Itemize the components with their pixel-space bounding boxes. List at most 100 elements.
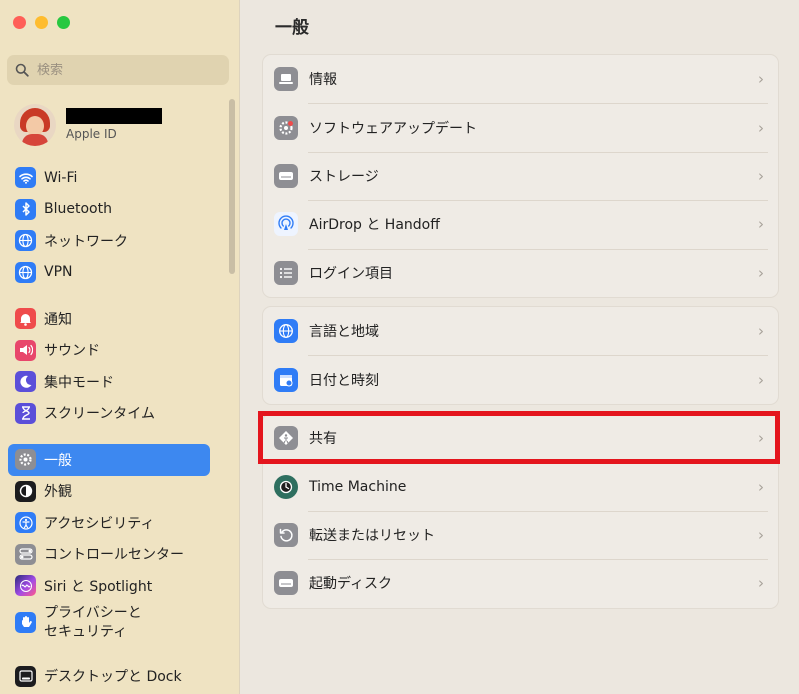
settings-group-system: 共有 › Time Machine › 転送またはリセット › 起動ディスク › — [262, 413, 779, 609]
sidebar-item-siri-spotlight[interactable]: Siri と Spotlight — [0, 570, 236, 602]
row-sharing[interactable]: 共有 › — [263, 414, 778, 462]
row-storage[interactable]: ストレージ › — [263, 151, 778, 200]
row-label: 転送またはリセット — [309, 527, 435, 544]
sidebar-item-label: Siri と Spotlight — [44, 578, 153, 595]
search-field[interactable] — [7, 55, 229, 85]
row-login-items[interactable]: ログイン項目 › — [263, 248, 778, 297]
calendar-clock-icon — [274, 367, 298, 392]
row-label: 情報 — [309, 72, 337, 89]
accessibility-icon — [15, 512, 36, 534]
sidebar-item-general[interactable]: 一般 — [8, 444, 210, 476]
search-icon — [15, 63, 29, 77]
sidebar-item-network[interactable]: ネットワーク — [0, 225, 236, 257]
sidebar-item-bluetooth[interactable]: Bluetooth — [0, 194, 236, 226]
row-software-update[interactable]: ソフトウェアアップデート › — [263, 103, 778, 151]
gear-icon — [15, 449, 36, 471]
gear-badge-icon — [274, 115, 298, 140]
sidebar-item-accessibility[interactable]: アクセシビリティ — [0, 507, 236, 539]
row-label: 共有 — [309, 431, 337, 448]
chevron-right-icon: › — [758, 322, 764, 341]
sidebar-item-label: VPN — [44, 264, 73, 281]
sidebar-item-label: ネットワーク — [44, 233, 128, 250]
list-icon — [274, 260, 298, 285]
row-time-machine[interactable]: Time Machine › — [263, 462, 778, 510]
startup-disk-icon — [274, 571, 298, 596]
sidebar-item-label: 外観 — [44, 484, 72, 501]
chevron-right-icon: › — [758, 263, 764, 282]
bluetooth-icon — [15, 198, 36, 220]
page-title: 一般 — [275, 18, 309, 38]
chevron-right-icon: › — [758, 166, 764, 185]
sidebar-item-label: サウンド — [44, 343, 100, 360]
bell-icon — [15, 308, 36, 330]
apple-id-label: Apple ID — [66, 126, 117, 141]
row-about[interactable]: 情報 › — [263, 55, 778, 103]
chevron-right-icon: › — [758, 70, 764, 89]
chevron-right-icon: › — [758, 215, 764, 234]
sidebar-item-desktop-dock[interactable]: デスクトップと Dock — [0, 661, 236, 693]
chevron-right-icon: › — [758, 525, 764, 544]
row-label: 日付と時刻 — [309, 372, 379, 389]
laptop-icon — [274, 67, 298, 92]
sidebar-item-label: デスクトップと Dock — [44, 669, 182, 686]
apple-id-account[interactable]: Apple ID — [14, 103, 224, 147]
chevron-right-icon: › — [758, 118, 764, 137]
drive-icon — [274, 163, 298, 188]
row-language-region[interactable]: 言語と地域 › — [263, 307, 778, 355]
row-label: ソフトウェアアップデート — [309, 120, 477, 137]
sidebar: Apple ID Wi-Fi Bluetooth ネットワーク V — [0, 0, 240, 694]
sidebar-item-label: 通知 — [44, 311, 72, 328]
row-label: Time Machine — [309, 478, 407, 495]
time-machine-icon — [274, 474, 298, 499]
sidebar-item-appearance[interactable]: 外観 — [0, 476, 236, 508]
main-content: 一般 情報 › ソフトウェアアップデート › ストレージ › AirDrop と… — [241, 0, 799, 694]
siri-icon — [15, 575, 36, 597]
row-label: 言語と地域 — [309, 324, 379, 341]
airdrop-icon — [274, 212, 298, 237]
sidebar-item-wifi[interactable]: Wi-Fi — [0, 162, 236, 194]
avatar — [14, 104, 56, 146]
minimize-window-button[interactable] — [35, 16, 48, 29]
search-input[interactable] — [37, 62, 207, 78]
hand-icon — [15, 611, 36, 633]
appearance-icon — [15, 480, 36, 502]
globe-icon — [274, 319, 298, 344]
sidebar-item-control-center[interactable]: コントロールセンター — [0, 539, 236, 571]
row-date-time[interactable]: 日付と時刻 › — [263, 355, 778, 403]
sidebar-item-notifications[interactable]: 通知 — [0, 303, 236, 335]
settings-group-about: 情報 › ソフトウェアアップデート › ストレージ › AirDrop と Ha… — [262, 54, 779, 298]
sidebar-item-privacy-security[interactable]: プライバシーと セキュリティ — [0, 602, 236, 646]
sidebar-item-sound[interactable]: サウンド — [0, 335, 236, 367]
sidebar-item-screen-time[interactable]: スクリーンタイム — [0, 398, 236, 430]
row-label: ログイン項目 — [309, 265, 393, 282]
vpn-globe-icon — [15, 261, 36, 283]
sharing-icon — [274, 426, 298, 451]
window-controls — [13, 16, 70, 29]
row-transfer-reset[interactable]: 転送またはリセット › — [263, 510, 778, 559]
moon-icon — [15, 371, 36, 393]
globe-icon — [15, 230, 36, 252]
sidebar-item-focus[interactable]: 集中モード — [0, 366, 236, 398]
row-startup-disk[interactable]: 起動ディスク › — [263, 559, 778, 607]
row-label: ストレージ — [309, 168, 379, 185]
sidebar-item-label: 集中モード — [44, 374, 114, 391]
dock-icon — [15, 665, 36, 687]
sidebar-item-label: スクリーンタイム — [44, 406, 156, 423]
redacted-account-name — [66, 107, 162, 124]
reset-icon — [274, 522, 298, 547]
sidebar-item-label: アクセシビリティ — [44, 515, 155, 532]
chevron-right-icon: › — [758, 477, 764, 496]
sidebar-item-label: 一般 — [44, 452, 72, 469]
sidebar-item-label: Wi-Fi — [44, 169, 78, 186]
row-airdrop-handoff[interactable]: AirDrop と Handoff › — [263, 200, 778, 248]
sidebar-item-label: Bluetooth — [44, 201, 112, 218]
sidebar-item-label-line2: セキュリティ — [44, 623, 128, 640]
hourglass-icon — [15, 402, 36, 424]
sidebar-item-vpn[interactable]: VPN — [0, 257, 236, 289]
sidebar-item-label: プライバシーと — [44, 604, 142, 621]
settings-group-locale: 言語と地域 › 日付と時刻 › — [262, 306, 779, 405]
chevron-right-icon: › — [758, 574, 764, 593]
close-window-button[interactable] — [13, 16, 26, 29]
zoom-window-button[interactable] — [57, 16, 70, 29]
chevron-right-icon: › — [758, 429, 764, 448]
